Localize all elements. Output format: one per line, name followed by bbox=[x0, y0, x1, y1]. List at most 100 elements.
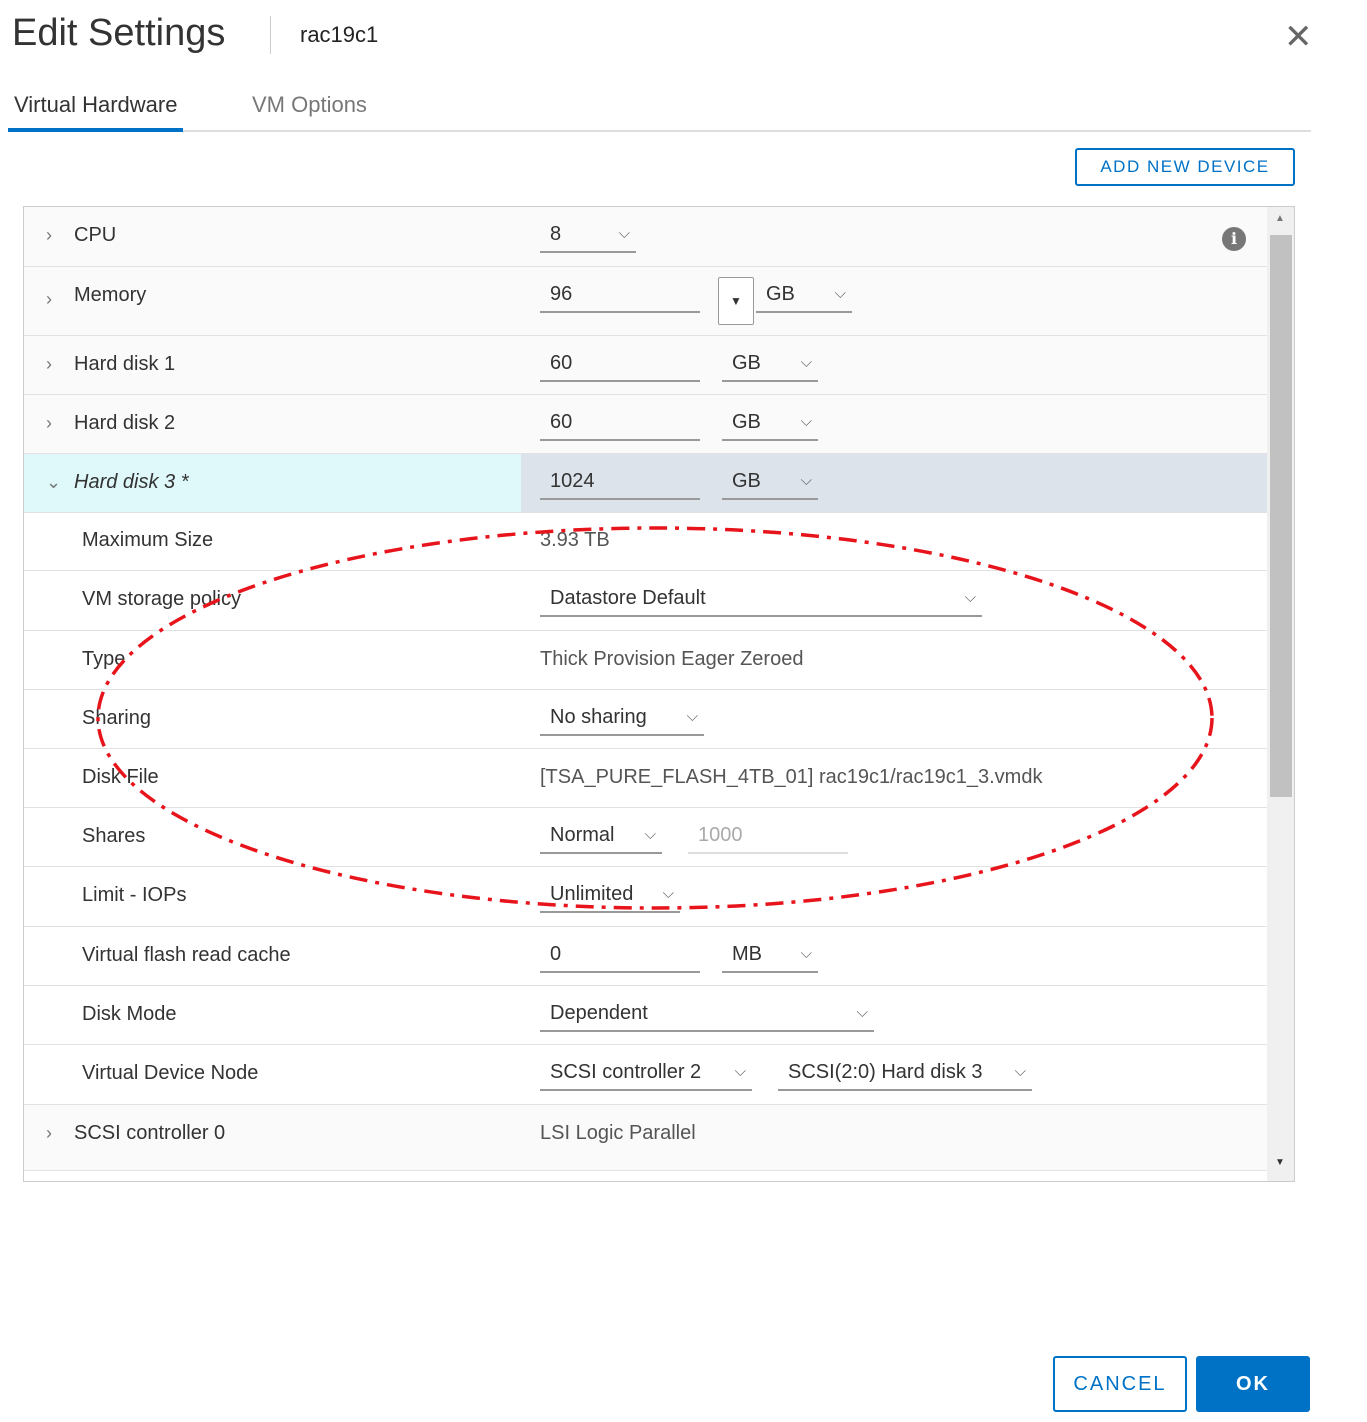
device-node-row: Virtual Device Node SCSI controller 2 ⌵ S… bbox=[24, 1045, 1267, 1105]
type-row: Type Thick Provision Eager Zeroed bbox=[24, 631, 1267, 690]
cancel-button[interactable]: CANCEL bbox=[1053, 1356, 1187, 1412]
chevron-right-icon[interactable]: › bbox=[46, 413, 52, 434]
hardware-list: › CPU 8 ⌵ i › Memory 96 ▼ GB ⌵ › Hard disk… bbox=[23, 206, 1295, 1182]
chevron-down-icon: ⌵ bbox=[800, 413, 812, 430]
storage-policy-row: VM storage policy Datastore Default ⌵ bbox=[24, 571, 1267, 631]
chevron-down-icon: ⌵ bbox=[964, 589, 976, 606]
limit-iops-value: Unlimited bbox=[550, 883, 634, 905]
sharing-select[interactable]: No sharing ⌵ bbox=[540, 702, 704, 736]
memory-unit-select[interactable]: GB ⌵ bbox=[756, 279, 852, 313]
storage-policy-value: Datastore Default bbox=[550, 587, 706, 609]
limit-iops-label: Limit - IOPs bbox=[82, 884, 187, 906]
chevron-down-icon: ⌵ bbox=[734, 1063, 746, 1080]
chevron-down-icon: ⌵ bbox=[686, 708, 698, 725]
ok-button[interactable]: OK bbox=[1196, 1356, 1310, 1412]
cpu-label: CPU bbox=[74, 224, 117, 246]
memory-row: › Memory 96 ▼ GB ⌵ bbox=[24, 267, 1267, 336]
hard-disk-2-row: › Hard disk 2 60 GB ⌵ bbox=[24, 395, 1267, 454]
disk-file-label: Disk File bbox=[82, 766, 159, 788]
scrollbar[interactable]: ▲ ▼ bbox=[1267, 207, 1294, 1181]
hard-disk-3-unit[interactable]: GB ⌵ bbox=[722, 466, 818, 500]
hard-disk-1-label: Hard disk 1 bbox=[74, 353, 176, 375]
hard-disk-1-unit[interactable]: GB ⌵ bbox=[722, 348, 818, 382]
hard-disk-2-unit[interactable]: GB ⌵ bbox=[722, 407, 818, 441]
scsi-controller-0-row: › SCSI controller 0 LSI Logic Parallel bbox=[24, 1105, 1267, 1171]
disk-mode-select[interactable]: Dependent ⌵ bbox=[540, 998, 874, 1032]
scroll-up-icon[interactable]: ▲ bbox=[1275, 213, 1285, 224]
unit-value: GB bbox=[732, 470, 761, 492]
dialog-title: Edit Settings bbox=[12, 12, 226, 54]
sharing-row: Sharing No sharing ⌵ bbox=[24, 690, 1267, 749]
maximum-size-label: Maximum Size bbox=[82, 529, 214, 551]
disk-file-value: [TSA_PURE_FLASH_4TB_01] rac19c1/rac19c1_… bbox=[540, 766, 1043, 788]
tab-bar: Virtual Hardware VM Options bbox=[8, 90, 1311, 132]
chevron-down-icon: ⌵ bbox=[800, 945, 812, 962]
device-node-label: Virtual Device Node bbox=[82, 1062, 259, 1084]
hard-disk-2-size[interactable]: 60 bbox=[540, 407, 700, 441]
chevron-down-icon: ⌵ bbox=[834, 285, 846, 302]
hard-disk-3-size[interactable]: 1024 bbox=[540, 466, 700, 500]
type-label: Type bbox=[82, 648, 126, 670]
chevron-down-icon: ⌵ bbox=[662, 885, 674, 902]
limit-iops-select[interactable]: Unlimited ⌵ bbox=[540, 879, 680, 913]
chevron-down-icon: ⌵ bbox=[856, 1004, 868, 1021]
hard-disk-2-label: Hard disk 2 bbox=[74, 412, 176, 434]
hard-disk-3-row: ⌄ Hard disk 3 * 1024 GB ⌵ bbox=[24, 454, 1267, 513]
chevron-right-icon[interactable]: › bbox=[46, 225, 52, 246]
scroll-down-icon[interactable]: ▼ bbox=[1275, 1157, 1285, 1168]
scrollbar-thumb[interactable] bbox=[1270, 235, 1292, 797]
maximum-size-value: 3.93 TB bbox=[540, 529, 610, 551]
chevron-down-icon: ⌵ bbox=[618, 225, 630, 242]
flash-cache-input[interactable]: 0 bbox=[540, 939, 700, 973]
flash-cache-label: Virtual flash read cache bbox=[82, 944, 291, 966]
info-icon[interactable]: i bbox=[1222, 227, 1246, 251]
add-new-device-button[interactable]: ADD NEW DEVICE bbox=[1075, 148, 1295, 186]
cpu-value: 8 bbox=[550, 223, 562, 245]
controller-select[interactable]: SCSI controller 2 ⌵ bbox=[540, 1057, 752, 1091]
chevron-down-icon: ⌵ bbox=[644, 826, 656, 843]
cpu-select[interactable]: 8 ⌵ bbox=[540, 219, 636, 253]
tab-vm-options[interactable]: VM Options bbox=[246, 92, 373, 132]
memory-input[interactable]: 96 bbox=[540, 279, 700, 313]
sharing-value: No sharing bbox=[550, 706, 647, 728]
hard-disk-1-size[interactable]: 60 bbox=[540, 348, 700, 382]
unit-value: GB bbox=[732, 352, 761, 374]
limit-iops-row: Limit - IOPs Unlimited ⌵ bbox=[24, 867, 1267, 927]
hard-disk-3-label: Hard disk 3 * bbox=[74, 471, 189, 493]
close-icon[interactable]: ✕ bbox=[1284, 20, 1313, 54]
vm-name: rac19c1 bbox=[300, 22, 379, 47]
tab-virtual-hardware[interactable]: Virtual Hardware bbox=[8, 92, 184, 132]
storage-policy-select[interactable]: Datastore Default ⌵ bbox=[540, 583, 982, 617]
chevron-down-icon: ⌵ bbox=[800, 472, 812, 489]
disk-mode-label: Disk Mode bbox=[82, 1003, 177, 1025]
node-value: SCSI(2:0) Hard disk 3 bbox=[788, 1061, 983, 1083]
chevron-right-icon[interactable]: › bbox=[46, 354, 52, 375]
scsi-controller-0-label: SCSI controller 0 bbox=[74, 1122, 226, 1144]
type-value: Thick Provision Eager Zeroed bbox=[540, 648, 804, 670]
flash-cache-row: Virtual flash read cache 0 MB ⌵ bbox=[24, 927, 1267, 986]
cpu-row: › CPU 8 ⌵ i bbox=[24, 207, 1267, 267]
shares-amount-input[interactable]: 1000 bbox=[688, 820, 848, 854]
hard-disk-1-row: › Hard disk 1 60 GB ⌵ bbox=[24, 336, 1267, 395]
chevron-down-icon: ⌵ bbox=[800, 354, 812, 371]
chevron-right-icon[interactable]: › bbox=[46, 289, 52, 310]
memory-unit: GB bbox=[766, 283, 795, 305]
shares-select[interactable]: Normal ⌵ bbox=[540, 820, 662, 854]
node-select[interactable]: SCSI(2:0) Hard disk 3 ⌵ bbox=[778, 1057, 1032, 1091]
disk-mode-row: Disk Mode Dependent ⌵ bbox=[24, 986, 1267, 1045]
memory-spinner-down[interactable]: ▼ bbox=[718, 277, 754, 325]
title-divider bbox=[270, 16, 271, 54]
disk-file-row: Disk File [TSA_PURE_FLASH_4TB_01] rac19c… bbox=[24, 749, 1267, 808]
shares-label: Shares bbox=[82, 825, 146, 847]
shares-value: Normal bbox=[550, 824, 615, 846]
flash-cache-unit[interactable]: MB ⌵ bbox=[722, 939, 818, 973]
unit-value: GB bbox=[732, 411, 761, 433]
shares-row: Shares Normal ⌵ 1000 bbox=[24, 808, 1267, 867]
sharing-label: Sharing bbox=[82, 707, 151, 729]
chevron-down-icon[interactable]: ⌄ bbox=[46, 472, 61, 493]
disk-mode-value: Dependent bbox=[550, 1002, 648, 1024]
scsi-controller-0-value: LSI Logic Parallel bbox=[540, 1122, 696, 1144]
controller-value: SCSI controller 2 bbox=[550, 1061, 702, 1083]
chevron-right-icon[interactable]: › bbox=[46, 1123, 52, 1144]
chevron-down-icon: ⌵ bbox=[1014, 1063, 1026, 1080]
